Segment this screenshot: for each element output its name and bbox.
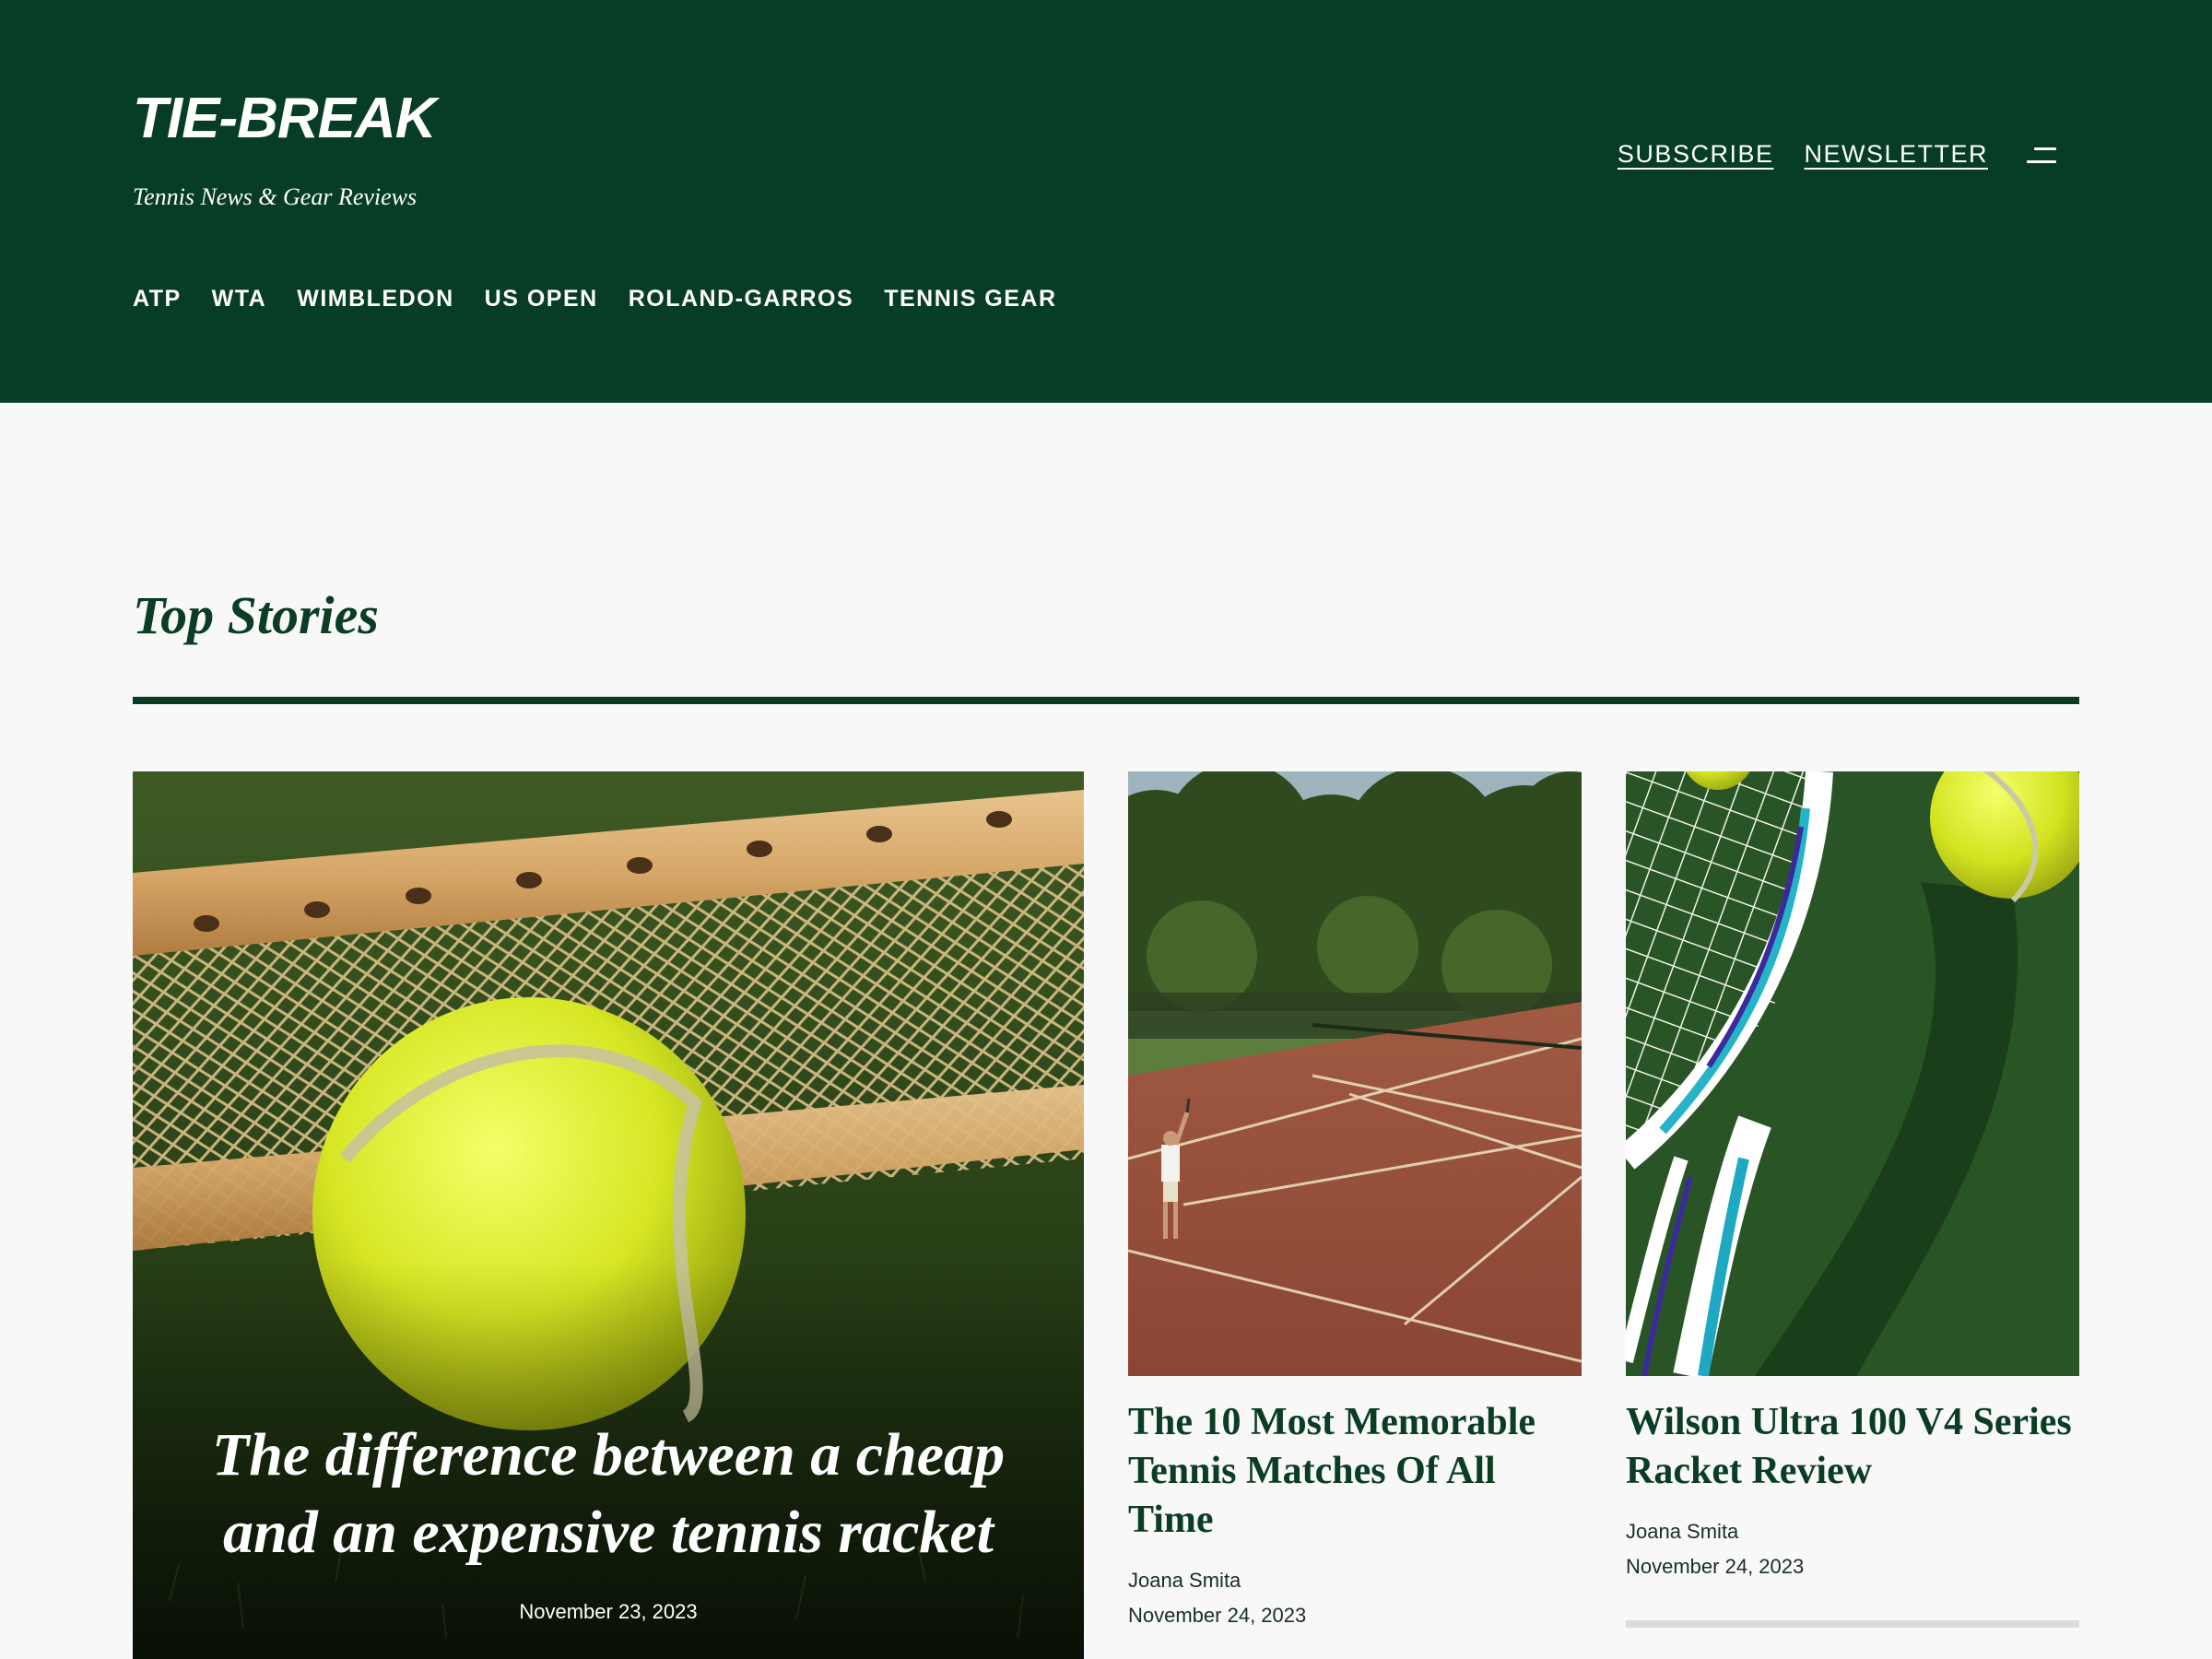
- story-divider: [1626, 1620, 2079, 1628]
- menu-line-bottom: [2027, 159, 2056, 163]
- main-navigation: ATP WTA WIMBLEDON US OPEN ROLAND-GARROS …: [133, 288, 1057, 311]
- story-author[interactable]: Joana Smita: [1128, 1563, 1582, 1598]
- nav-item-atp[interactable]: ATP: [133, 288, 182, 311]
- nav-item-roland-garros[interactable]: ROLAND-GARROS: [629, 288, 854, 311]
- story-image-clay-court: [1128, 771, 1582, 1376]
- menu-line-top: [2034, 147, 2056, 150]
- site-tagline: Tennis News & Gear Reviews: [133, 183, 418, 210]
- hamburger-menu-icon[interactable]: [2027, 145, 2056, 165]
- story-title[interactable]: The 10 Most Memorable Tennis Matches Of …: [1128, 1398, 1582, 1545]
- feature-date: November 23, 2023: [519, 1600, 698, 1623]
- story-card[interactable]: Wilson Ultra 100 V4 Series Racket Review…: [1626, 771, 2079, 1584]
- site-header: TIE-BREAK Tennis News & Gear Reviews SUB…: [0, 0, 2212, 403]
- newsletter-link[interactable]: NEWSLETTER: [1804, 140, 1988, 169]
- story-card[interactable]: The 10 Most Memorable Tennis Matches Of …: [1128, 771, 1582, 1633]
- story-image-racket-balls: [1626, 771, 2079, 1376]
- section-title: Top Stories: [133, 585, 379, 645]
- section-divider: [133, 697, 2079, 704]
- story-title[interactable]: Wilson Ultra 100 V4 Series Racket Review: [1626, 1398, 2079, 1496]
- story-date: November 24, 2023: [1626, 1555, 1805, 1578]
- nav-item-us-open[interactable]: US OPEN: [485, 288, 598, 311]
- nav-item-wta[interactable]: WTA: [212, 288, 267, 311]
- nav-item-wimbledon[interactable]: WIMBLEDON: [297, 288, 453, 311]
- site-logo[interactable]: TIE-BREAK: [133, 90, 437, 147]
- feature-title[interactable]: The difference between a cheap and an ex…: [133, 1417, 1084, 1571]
- story-date: November 24, 2023: [1128, 1604, 1307, 1627]
- feature-story-card[interactable]: The difference between a cheap and an ex…: [133, 771, 1084, 1659]
- nav-item-tennis-gear[interactable]: TENNIS GEAR: [884, 288, 1056, 311]
- header-actions: SUBSCRIBE NEWSLETTER: [1618, 140, 2056, 169]
- story-author[interactable]: Joana Smita: [1626, 1514, 2079, 1549]
- subscribe-link[interactable]: SUBSCRIBE: [1618, 140, 1774, 169]
